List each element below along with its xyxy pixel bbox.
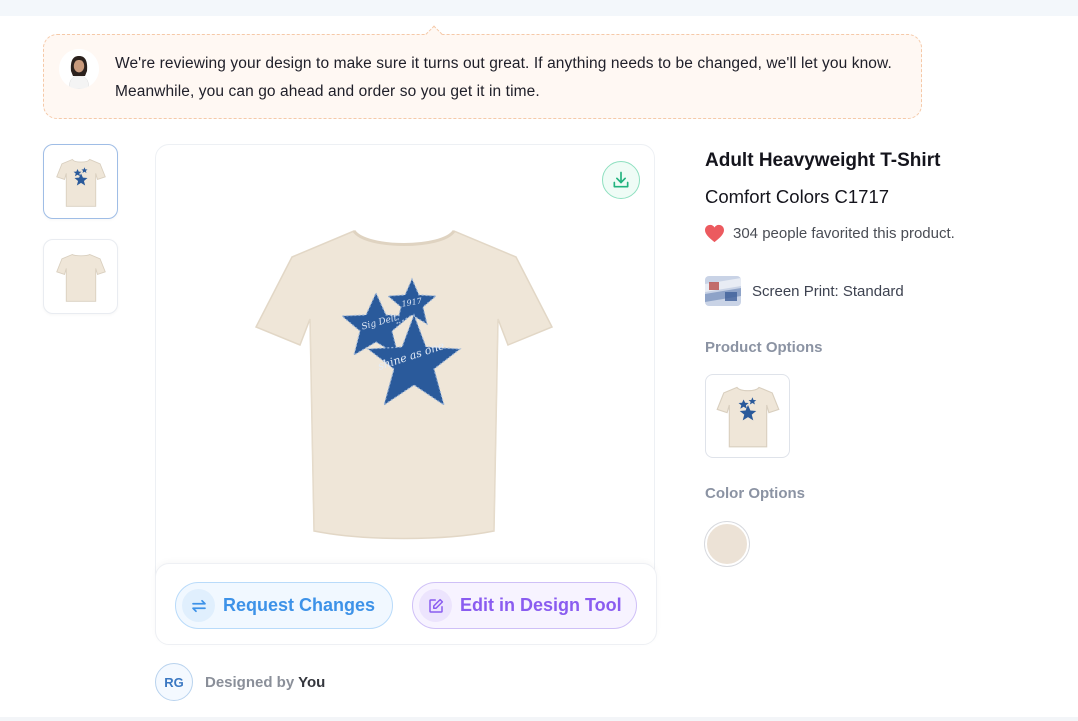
- designer-info: RG Designed by You: [155, 663, 325, 701]
- designer-name: You: [298, 673, 326, 691]
- tshirt-option-icon: [715, 386, 780, 448]
- print-method-row: Screen Print: Standard: [705, 276, 904, 306]
- tshirt-back-thumb-icon: [55, 253, 106, 302]
- bottom-strip: [0, 717, 1078, 721]
- designer-label: Designed by: [205, 673, 295, 691]
- tshirt-front-thumb-icon: [55, 158, 106, 207]
- download-button[interactable]: [602, 161, 640, 199]
- notice-caret: [425, 25, 443, 43]
- review-notice: We're reviewing your design to make sure…: [43, 25, 922, 119]
- request-changes-label: Request Changes: [223, 595, 376, 615]
- designer-text: Designed by You: [205, 674, 325, 691]
- product-options-label: Product Options: [705, 339, 823, 356]
- designer-avatar: RG: [155, 663, 193, 701]
- thumbnail-front[interactable]: [43, 144, 118, 219]
- top-strip: [0, 0, 1078, 16]
- favorites-count: 304 people favorited this product.: [733, 225, 955, 242]
- thumbnail-back[interactable]: [43, 239, 118, 314]
- tshirt-design-preview: Sig Delt 1917 shine as one: [254, 229, 554, 540]
- favorites-row: 304 people favorited this product.: [704, 224, 955, 243]
- heart-icon[interactable]: [704, 224, 725, 243]
- edit-pencil-icon: [419, 589, 452, 622]
- download-icon: [613, 171, 629, 188]
- product-model: Comfort Colors C1717: [705, 186, 890, 207]
- product-title: Adult Heavyweight T-Shirt: [705, 150, 941, 171]
- request-changes-button[interactable]: Request Changes: [175, 582, 393, 629]
- swap-arrows-icon: [182, 589, 215, 622]
- product-option-card[interactable]: [705, 374, 790, 458]
- edit-design-tool-button[interactable]: Edit in Design Tool: [412, 582, 637, 629]
- edit-design-tool-label: Edit in Design Tool: [460, 595, 622, 615]
- reviewer-avatar: [59, 49, 99, 89]
- action-bar: Request Changes Edit in Design Tool: [155, 563, 657, 645]
- print-method-label: Screen Print: Standard: [752, 282, 904, 300]
- screen-print-thumb: [705, 276, 741, 306]
- notice-message: We're reviewing your design to make sure…: [115, 55, 892, 100]
- color-options-label: Color Options: [705, 485, 805, 502]
- color-swatch-natural[interactable]: [705, 522, 749, 566]
